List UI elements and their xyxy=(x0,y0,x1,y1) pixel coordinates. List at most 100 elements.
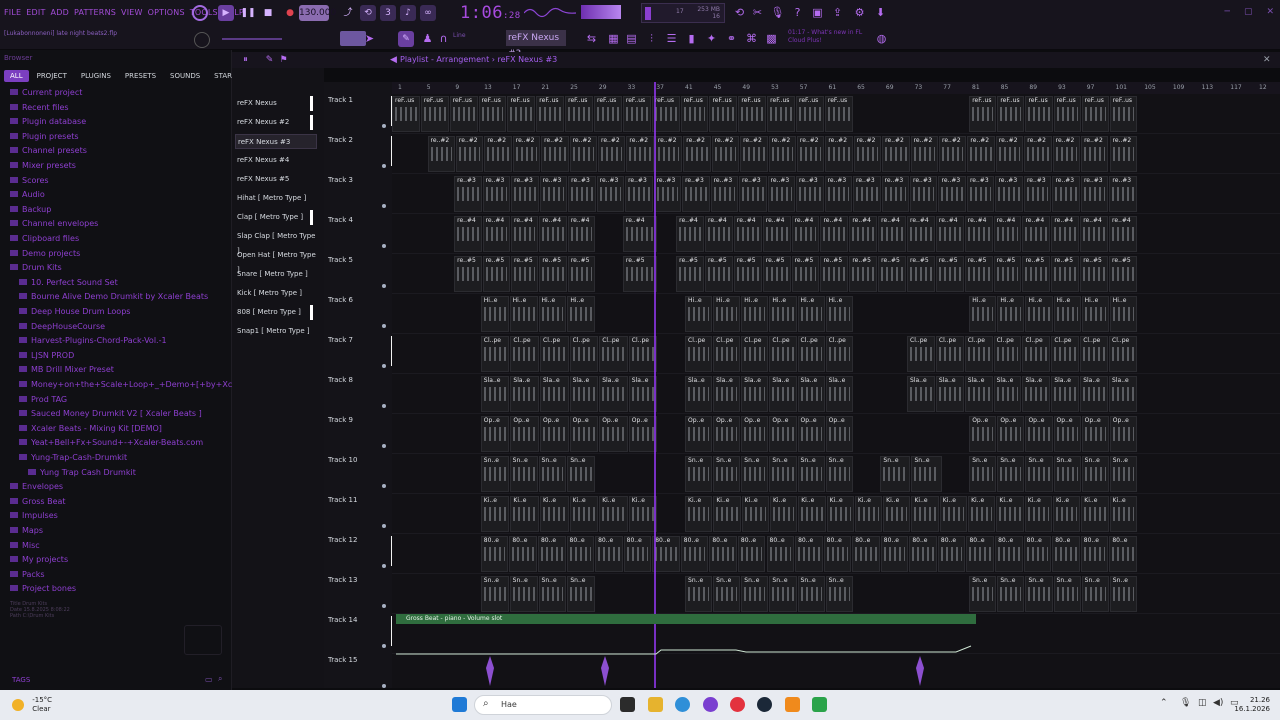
news-panel[interactable]: 01:17 - What's new in FL Cloud Plus! xyxy=(788,29,862,45)
playlist-icon[interactable]: ▤ xyxy=(624,31,639,46)
playlist-grid[interactable]: reF..us reF..us reF..us reF..us reF..us reF..… xyxy=(392,94,1280,688)
browser-tab-all[interactable]: ALL xyxy=(4,70,29,82)
timeline-ruler[interactable]: 1 5 9 13 17 21 25 29 33 37 41 45 49 53 57 61 65 69 73 77 81 8… xyxy=(392,82,1280,94)
pattern-clip[interactable]: re..#2 xyxy=(796,136,825,172)
pattern-clip[interactable]: Op..e xyxy=(480,416,510,452)
pattern-clip[interactable]: Sla..e xyxy=(993,376,1022,412)
pattern-clip[interactable]: reF..us xyxy=(709,96,738,132)
pattern-clip[interactable]: reF..us xyxy=(824,96,853,132)
pattern-clip[interactable]: re..#5 xyxy=(454,256,482,292)
pattern-clip[interactable]: re..#3 xyxy=(910,176,938,212)
pattern-clip[interactable]: Ki..e xyxy=(599,496,628,532)
track-mute-icon[interactable] xyxy=(382,564,386,568)
pattern-clip[interactable]: 80..e xyxy=(709,536,737,572)
pattern-clip[interactable]: reF..us xyxy=(594,96,622,132)
pattern-clip[interactable]: Sn..e xyxy=(713,576,741,612)
pattern-clip[interactable]: re..#5 xyxy=(1051,256,1080,292)
pattern-clip[interactable]: Sn..e xyxy=(797,456,825,492)
pattern-clip[interactable]: 80..e xyxy=(566,536,595,572)
pattern-clip[interactable]: Sn..e xyxy=(769,576,797,612)
metronome-icon[interactable]: ⤴ xyxy=(340,5,356,21)
pattern-clip[interactable]: Cl..pe xyxy=(569,336,599,372)
browser-item[interactable]: Misc xyxy=(10,541,40,554)
pattern-clip[interactable]: 80..e xyxy=(623,536,652,572)
pattern-clip[interactable]: 80..e xyxy=(766,536,795,572)
pattern-clip[interactable]: Cl..pe xyxy=(769,336,797,372)
pattern-item[interactable]: Kick [ Metro Type ] xyxy=(235,286,317,301)
track-mute-icon[interactable] xyxy=(382,204,386,208)
pattern-clip[interactable]: re..#2 xyxy=(882,136,910,172)
pattern-clip[interactable]: re..#2 xyxy=(541,136,569,172)
pattern-clip[interactable]: 80..e xyxy=(595,536,623,572)
pattern-clip[interactable]: re..#4 xyxy=(622,216,658,252)
track-mute-icon[interactable] xyxy=(382,524,386,528)
pattern-clip[interactable]: Cl..pe xyxy=(935,336,964,372)
track-lane[interactable]: Ki..e Ki..e Ki..e Ki..e Ki..e Ki..e Ki..e Ki..e… xyxy=(392,494,1280,534)
pattern-clip[interactable]: re..#4 xyxy=(482,216,510,252)
pattern-clip[interactable]: Sla..e xyxy=(935,376,964,412)
help-icon[interactable]: ? xyxy=(790,5,805,20)
track-lane[interactable]: re..#2 re..#2 re..#2 re..#2 re..#2 re..#2 re..… xyxy=(392,134,1280,174)
pattern-clip[interactable]: Sla..e xyxy=(480,376,510,412)
pattern-clip[interactable]: Hi..e xyxy=(741,296,769,332)
pattern-clip[interactable]: re..#5 xyxy=(733,256,762,292)
track-name[interactable]: Track 1 xyxy=(328,96,388,104)
pattern-clip[interactable]: Ki..e xyxy=(1109,496,1137,532)
pattern-clip[interactable]: Sn..e xyxy=(741,456,769,492)
pattern-clip[interactable]: reF..us xyxy=(478,96,507,132)
track-mute-icon[interactable] xyxy=(382,124,386,128)
mic-tray-icon[interactable]: 🎙 xyxy=(1180,698,1191,708)
pattern-clip[interactable]: Sla..e xyxy=(825,376,853,412)
pattern-clip[interactable]: Ki..e xyxy=(798,496,826,532)
pattern-clip[interactable]: Sla..e xyxy=(713,376,741,412)
pattern-clip[interactable]: Op..e xyxy=(1053,416,1081,452)
pattern-clip[interactable]: Sn..e xyxy=(567,576,596,612)
piano-roll-icon[interactable]: ▦ xyxy=(606,31,621,46)
pattern-clip[interactable]: Cl..pe xyxy=(993,336,1022,372)
pattern-clip[interactable]: Cl..pe xyxy=(1022,336,1051,372)
pattern-clip[interactable]: re..#3 xyxy=(596,176,625,212)
browser-tab-sounds[interactable]: SOUNDS xyxy=(164,70,206,82)
pattern-clip[interactable]: re..#4 xyxy=(454,216,482,252)
pattern-clip[interactable]: Hi..e xyxy=(969,296,997,332)
track-name[interactable]: Track 15 xyxy=(328,656,388,664)
pattern-clip[interactable]: Op..e xyxy=(540,416,569,452)
link-icon[interactable]: ⚭ xyxy=(724,31,739,46)
browser-item[interactable]: Plugin database xyxy=(10,117,86,130)
pattern-clip[interactable]: Hi..e xyxy=(797,296,825,332)
pattern-clip[interactable]: re..#3 xyxy=(853,176,881,212)
pattern-clip[interactable]: 80..e xyxy=(509,536,537,572)
pattern-clip[interactable]: Op..e xyxy=(685,416,713,452)
magnet-icon[interactable]: ∩ xyxy=(436,31,451,46)
pattern-clip[interactable]: Ki..e xyxy=(540,496,569,532)
pattern-clip[interactable]: Cl..pe xyxy=(510,336,539,372)
track-name[interactable]: Track 6 xyxy=(328,296,388,304)
playlist-menu-icon[interactable]: ⏸ xyxy=(238,53,253,68)
pattern-clip[interactable]: re..#2 xyxy=(1081,136,1109,172)
track-mute-icon[interactable] xyxy=(382,284,386,288)
pattern-item[interactable]: reFX Nexus xyxy=(235,96,317,111)
browser-tab-presets[interactable]: PRESETS xyxy=(119,70,162,82)
pattern-clip[interactable]: Op..e xyxy=(1081,416,1109,452)
pattern-clip[interactable]: re..#4 xyxy=(539,216,567,252)
pattern-clip[interactable]: reF..us xyxy=(796,96,824,132)
track-name[interactable]: Track 11 xyxy=(328,496,388,504)
pattern-clip[interactable]: 80..e xyxy=(909,536,937,572)
browser-item[interactable]: Backup xyxy=(10,205,51,218)
browser-item[interactable]: Channel presets xyxy=(10,146,87,159)
pattern-clip[interactable]: re..#2 xyxy=(825,136,853,172)
pattern-clip[interactable]: Cl..pe xyxy=(480,336,510,372)
track-lane[interactable]: re..#5 re..#5 re..#5 re..#5 re..#5 re..#5 re..… xyxy=(392,254,1280,294)
browser-item[interactable]: My projects xyxy=(10,555,68,568)
export-icon[interactable]: ⇪ xyxy=(830,5,845,20)
mixer-icon[interactable]: ⫶ xyxy=(644,31,659,46)
browser-icon[interactable]: ☰ xyxy=(664,31,679,46)
browser-item[interactable]: Impulses xyxy=(10,511,58,524)
pattern-clip[interactable]: Sn..e xyxy=(567,456,596,492)
pattern-clip[interactable]: Ki..e xyxy=(1081,496,1109,532)
track-lane[interactable]: re..#3 re..#3 re..#3 re..#3 re..#3 re..#3 re..… xyxy=(392,174,1280,214)
browser-item[interactable]: Clipboard files xyxy=(10,234,79,247)
pattern-clip[interactable]: re..#4 xyxy=(849,216,878,252)
pattern-clip[interactable]: Ki..e xyxy=(911,496,939,532)
record-mode-icon[interactable] xyxy=(192,5,208,21)
